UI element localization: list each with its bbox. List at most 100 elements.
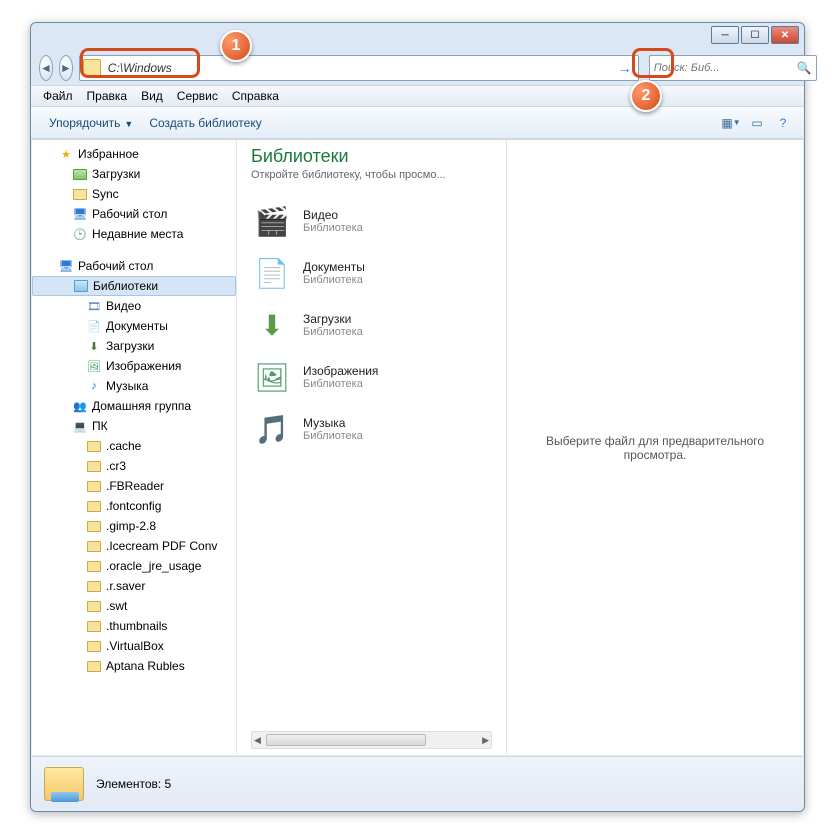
folder-icon [86,478,102,494]
tree-desktop-fav[interactable]: 🖥Рабочий стол [32,204,236,224]
tree-downloads-fav[interactable]: Загрузки [32,164,236,184]
tree-sync[interactable]: Sync [32,184,236,204]
library-big-icon [42,762,86,806]
star-icon: ★ [58,146,74,162]
back-button[interactable]: ◄ [39,55,53,81]
tree-folder[interactable]: .FBReader [32,476,236,496]
menu-bar: Файл Правка Вид Сервис Справка [31,85,804,107]
tree-folder[interactable]: .cache [32,436,236,456]
go-button[interactable]: → [614,57,636,79]
video-icon: 🎞 [86,298,102,314]
view-options-button[interactable]: ▦▼ [720,112,742,134]
menu-edit[interactable]: Правка [81,87,134,105]
tree-lib-downloads[interactable]: ⬇Загрузки [32,336,236,356]
annotation-marker-2: 2 [630,80,662,112]
menu-tools[interactable]: Сервис [171,87,224,105]
folder-icon [86,618,102,634]
explorer-window: ─ ☐ ✕ ◄ ► → 🔍 Файл Правка Вид Сервис Спр… [30,22,805,812]
folder-icon [86,638,102,654]
folder-icon [86,598,102,614]
library-item-downloads[interactable]: ⬇ ЗагрузкиБиблиотека [251,299,492,351]
tree-folder[interactable]: .gimp-2.8 [32,516,236,536]
tree-video[interactable]: 🎞Видео [32,296,236,316]
preview-pane: Выберите файл для предварительного просм… [507,140,803,755]
pc-icon: 💻 [72,418,88,434]
menu-file[interactable]: Файл [37,87,79,105]
library-item-music[interactable]: 🎵 МузыкаБиблиотека [251,403,492,455]
library-item-documents[interactable]: 📄 ДокументыБиблиотека [251,247,492,299]
tree-pc[interactable]: 💻ПК [32,416,236,436]
video-icon: 🎬 [251,200,293,242]
folder-icon [86,538,102,554]
menu-view[interactable]: Вид [135,87,169,105]
forward-button[interactable]: ► [59,55,73,81]
documents-icon: 📄 [251,252,293,294]
pictures-icon: 🖼 [86,358,102,374]
tree-folder[interactable]: .thumbnails [32,616,236,636]
desktop-icon: 🖥 [58,258,74,274]
folder-icon [86,578,102,594]
tree-pictures[interactable]: 🖼Изображения [32,356,236,376]
libraries-icon [73,278,89,294]
preview-pane-button[interactable]: ▭ [746,112,768,134]
music-icon: ♪ [86,378,102,394]
scroll-thumb[interactable] [266,734,426,746]
address-bar[interactable]: → [79,55,639,81]
tree-libraries[interactable]: Библиотеки [32,276,236,296]
tree-folder[interactable]: .Icecream PDF Conv [32,536,236,556]
tree-documents[interactable]: 📄Документы [32,316,236,336]
pictures-icon: 🖼 [251,356,293,398]
tree-music[interactable]: ♪Музыка [32,376,236,396]
folder-icon [86,438,102,454]
tree-folder[interactable]: .fontconfig [32,496,236,516]
tree-folder[interactable]: .VirtualBox [32,636,236,656]
tree-desktop[interactable]: 🖥Рабочий стол [32,256,236,276]
address-input[interactable] [104,59,614,77]
command-bar: Упорядочить▼ Создать библиотеку ▦▼ ▭ ? [31,107,804,139]
download-icon: ⬇ [86,338,102,354]
navigation-tree[interactable]: ★Избранное Загрузки Sync 🖥Рабочий стол 🕑… [32,140,237,755]
main-subtitle: Откройте библиотеку, чтобы просмо... [251,169,492,181]
preview-placeholder: Выберите файл для предварительного просм… [521,434,789,462]
titlebar: ─ ☐ ✕ [31,23,804,51]
folder-icon [72,166,88,182]
homegroup-icon: 👥 [72,398,88,414]
library-item-video[interactable]: 🎬 ВидеоБиблиотека [251,195,492,247]
organize-button[interactable]: Упорядочить▼ [41,112,141,134]
tree-folder[interactable]: .r.saver [32,576,236,596]
tree-recent[interactable]: 🕑Недавние места [32,224,236,244]
download-icon: ⬇ [251,304,293,346]
music-icon: 🎵 [251,408,293,450]
tree-folder[interactable]: .cr3 [32,456,236,476]
tree-favorites[interactable]: ★Избранное [32,144,236,164]
minimize-button[interactable]: ─ [711,26,739,44]
folder-icon [83,59,101,77]
horizontal-scrollbar[interactable]: ◀ ▶ [251,731,492,749]
content-area: ★Избранное Загрузки Sync 🖥Рабочий стол 🕑… [32,139,803,755]
scroll-left-icon[interactable]: ◀ [254,735,261,746]
folder-icon [86,518,102,534]
folder-icon [86,458,102,474]
tree-folder[interactable]: Aptana Rubles [32,656,236,676]
library-item-pictures[interactable]: 🖼 ИзображенияБиблиотека [251,351,492,403]
folder-icon [86,558,102,574]
desktop-icon: 🖥 [72,206,88,222]
status-count: Элементов: 5 [96,777,171,791]
search-icon: 🔍 [797,61,812,75]
create-library-button[interactable]: Создать библиотеку [141,112,269,134]
help-button[interactable]: ? [772,112,794,134]
tree-folder[interactable]: .oracle_jre_usage [32,556,236,576]
scroll-right-icon[interactable]: ▶ [482,735,489,746]
main-title: Библиотеки [251,146,492,167]
folder-icon [72,186,88,202]
search-input[interactable] [654,62,797,74]
menu-help[interactable]: Справка [226,87,285,105]
search-box[interactable]: 🔍 [649,55,817,81]
main-panel: Библиотеки Откройте библиотеку, чтобы пр… [237,140,507,755]
tree-homegroup[interactable]: 👥Домашняя группа [32,396,236,416]
close-button[interactable]: ✕ [771,26,799,44]
folder-icon [86,658,102,674]
maximize-button[interactable]: ☐ [741,26,769,44]
status-bar: Элементов: 5 [32,756,803,810]
tree-folder[interactable]: .swt [32,596,236,616]
